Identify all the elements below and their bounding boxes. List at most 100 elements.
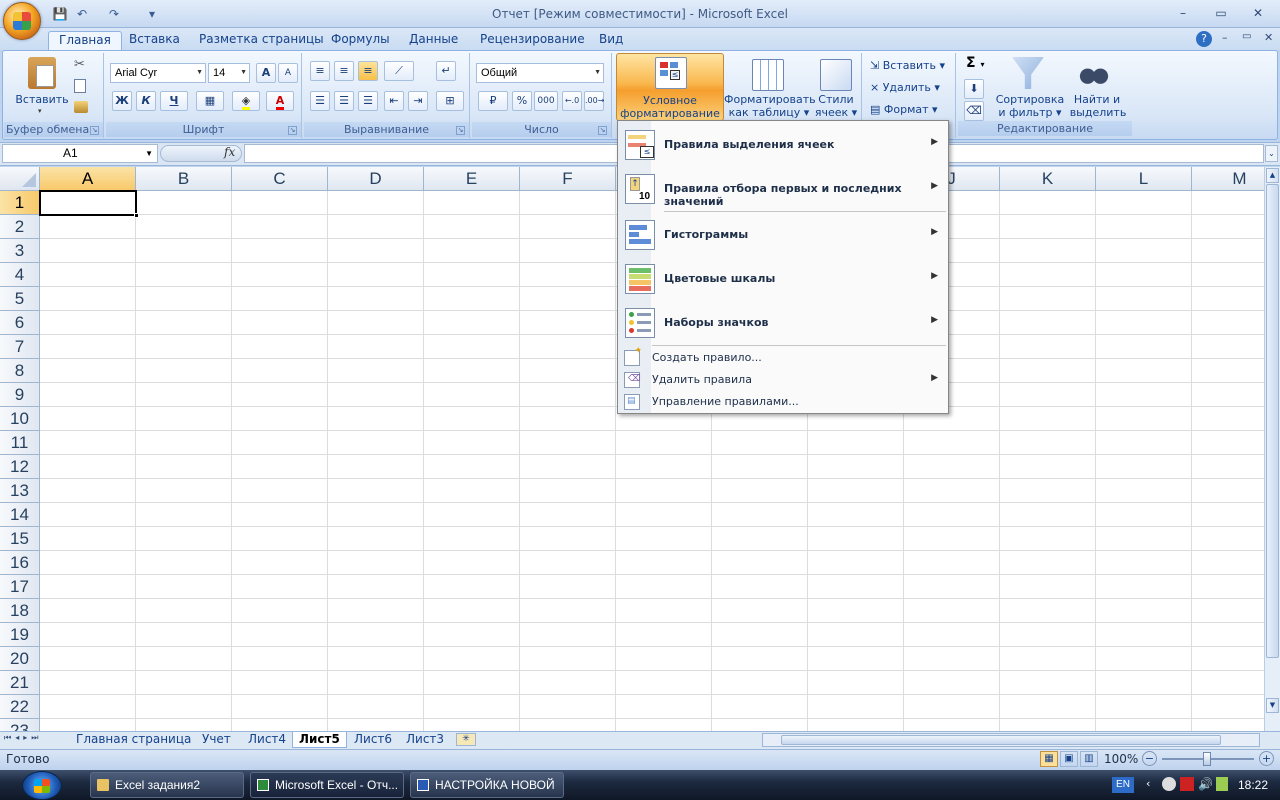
menu-item-highlight-rules[interactable]: ≤ Правила выделения ячеек ▶ bbox=[618, 123, 948, 167]
row-header[interactable]: 3 bbox=[0, 239, 40, 263]
ribbon-minimize-icon[interactable]: – bbox=[1222, 31, 1228, 44]
office-button[interactable] bbox=[3, 2, 41, 40]
network-icon[interactable] bbox=[1216, 777, 1228, 791]
format-painter-icon[interactable] bbox=[74, 101, 88, 113]
horizontal-scroll-thumb[interactable] bbox=[781, 735, 1221, 745]
row-header[interactable]: 21 bbox=[0, 671, 40, 695]
grow-font-button[interactable]: A bbox=[256, 63, 276, 83]
insert-sheet-icon[interactable]: ✳ bbox=[456, 733, 476, 746]
align-right-icon[interactable]: ☰ bbox=[358, 91, 378, 111]
menu-item-data-bars[interactable]: Гистограммы ▶ bbox=[618, 213, 948, 257]
tab-view[interactable]: Вид bbox=[589, 31, 633, 50]
scroll-up-icon[interactable]: ▲ bbox=[1266, 168, 1279, 183]
tab-insert[interactable]: Вставка bbox=[119, 31, 190, 50]
column-header[interactable]: B bbox=[136, 167, 232, 191]
tray-icon[interactable] bbox=[1162, 777, 1176, 791]
cut-icon[interactable]: ✂ bbox=[74, 57, 85, 72]
find-select-button[interactable]: Найти и bbox=[1066, 93, 1128, 106]
bold-button[interactable]: Ж bbox=[112, 91, 132, 111]
page-layout-view-icon[interactable]: ▣ bbox=[1060, 751, 1078, 767]
row-header[interactable]: 15 bbox=[0, 527, 40, 551]
row-header[interactable]: 1 bbox=[0, 191, 40, 215]
language-indicator[interactable]: EN bbox=[1112, 777, 1134, 793]
antivirus-icon[interactable] bbox=[1180, 777, 1194, 791]
scroll-down-icon[interactable]: ▼ bbox=[1266, 698, 1279, 713]
row-header[interactable]: 2 bbox=[0, 215, 40, 239]
help-icon[interactable]: ? bbox=[1196, 31, 1212, 47]
align-left-icon[interactable]: ☰ bbox=[310, 91, 330, 111]
percent-button[interactable]: % bbox=[512, 91, 532, 111]
autosum-button[interactable]: Σ ▾ bbox=[966, 56, 984, 71]
orientation-icon[interactable]: ⟋ bbox=[384, 61, 414, 81]
row-header[interactable]: 10 bbox=[0, 407, 40, 431]
paste-button[interactable]: Вставить bbox=[14, 93, 70, 106]
increase-indent-icon[interactable]: ⇥ bbox=[408, 91, 428, 111]
maximize-button[interactable]: ▭ bbox=[1208, 4, 1234, 22]
close-button[interactable]: ✕ bbox=[1245, 4, 1271, 22]
align-top-icon[interactable]: ≡ bbox=[310, 61, 330, 81]
row-header[interactable]: 14 bbox=[0, 503, 40, 527]
tab-data[interactable]: Данные bbox=[399, 31, 468, 50]
increase-decimal-icon[interactable]: ←.0 bbox=[562, 91, 582, 111]
row-header[interactable]: 13 bbox=[0, 479, 40, 503]
start-button[interactable] bbox=[22, 771, 62, 800]
merge-center-icon[interactable]: ⊞ bbox=[436, 91, 464, 111]
decrease-indent-icon[interactable]: ⇤ bbox=[384, 91, 404, 111]
taskbar-item-folder[interactable]: Excel задания2 bbox=[90, 772, 244, 798]
vertical-scrollbar[interactable]: ▲ ▼ bbox=[1264, 167, 1280, 731]
menu-item-top-bottom-rules[interactable]: ↑ 10 Правила отбора первых и последних з… bbox=[618, 167, 948, 211]
borders-button[interactable]: ▦ bbox=[196, 91, 224, 111]
cell-styles-button[interactable]: Стили bbox=[812, 93, 860, 106]
menu-item-icon-sets[interactable]: Наборы значков ▶ bbox=[618, 301, 948, 345]
row-header[interactable]: 9 bbox=[0, 383, 40, 407]
zoom-out-button[interactable]: − bbox=[1142, 751, 1157, 766]
align-middle-icon[interactable]: ≡ bbox=[334, 61, 354, 81]
sort-filter-button[interactable]: Сортировка bbox=[994, 93, 1066, 106]
zoom-level[interactable]: 100% bbox=[1104, 752, 1138, 766]
row-header[interactable]: 4 bbox=[0, 263, 40, 287]
sheet-tab[interactable]: Главная страница bbox=[70, 732, 197, 748]
decrease-decimal-icon[interactable]: .00→ bbox=[584, 91, 604, 111]
menu-item-clear-rules[interactable]: ⌫ Удалить правила ▶ bbox=[618, 369, 948, 391]
name-box[interactable]: A1 ▼ bbox=[2, 144, 158, 163]
page-break-view-icon[interactable]: ▥ bbox=[1080, 751, 1098, 767]
underline-button[interactable]: Ч bbox=[160, 91, 188, 111]
tab-page-layout[interactable]: Разметка страницы bbox=[189, 31, 334, 50]
number-format-combo[interactable]: Общий ▼ bbox=[476, 63, 604, 83]
row-header[interactable]: 7 bbox=[0, 335, 40, 359]
tray-expand-icon[interactable]: ‹ bbox=[1146, 777, 1150, 790]
sheet-tab[interactable]: Лист3 bbox=[400, 732, 450, 748]
zoom-in-button[interactable]: + bbox=[1259, 751, 1274, 766]
column-header[interactable]: L bbox=[1096, 167, 1192, 191]
select-all-corner[interactable] bbox=[0, 167, 40, 191]
column-header[interactable]: E bbox=[424, 167, 520, 191]
fill-color-button[interactable]: ◈ bbox=[232, 91, 260, 111]
sheet-tab-active[interactable]: Лист5 bbox=[292, 732, 347, 748]
column-header[interactable]: M bbox=[1192, 167, 1264, 191]
normal-view-icon[interactable]: ▦ bbox=[1040, 751, 1058, 767]
sheet-tab[interactable]: Лист6 bbox=[348, 732, 398, 748]
minimize-button[interactable]: – bbox=[1170, 4, 1196, 22]
shrink-font-button[interactable]: A bbox=[278, 63, 298, 83]
number-launcher-icon[interactable]: ↘ bbox=[598, 126, 607, 135]
menu-item-manage-rules[interactable]: ▤ Управление правилами... bbox=[618, 391, 948, 413]
row-header[interactable]: 19 bbox=[0, 623, 40, 647]
italic-button[interactable]: К bbox=[136, 91, 156, 111]
menu-item-color-scales[interactable]: Цветовые шкалы ▶ bbox=[618, 257, 948, 301]
row-header[interactable]: 12 bbox=[0, 455, 40, 479]
active-cell-a1[interactable] bbox=[39, 190, 139, 218]
row-header[interactable]: 8 bbox=[0, 359, 40, 383]
taskbar-item-word[interactable]: НАСТРОЙКА НОВОЙ ... bbox=[410, 772, 564, 798]
column-header[interactable]: D bbox=[328, 167, 424, 191]
menu-item-new-rule[interactable]: ✦ Создать правило... bbox=[618, 346, 948, 369]
expand-formula-bar-icon[interactable]: ⌄ bbox=[1265, 145, 1278, 162]
row-header[interactable]: 11 bbox=[0, 431, 40, 455]
sheet-tab[interactable]: Лист4 bbox=[242, 732, 292, 748]
copy-icon[interactable] bbox=[74, 79, 86, 93]
font-launcher-icon[interactable]: ↘ bbox=[288, 126, 297, 135]
currency-format-icon[interactable]: ₽ bbox=[478, 91, 508, 111]
align-center-icon[interactable]: ☰ bbox=[334, 91, 354, 111]
column-header[interactable]: K bbox=[1000, 167, 1096, 191]
row-header[interactable]: 6 bbox=[0, 311, 40, 335]
column-header[interactable]: F bbox=[520, 167, 616, 191]
